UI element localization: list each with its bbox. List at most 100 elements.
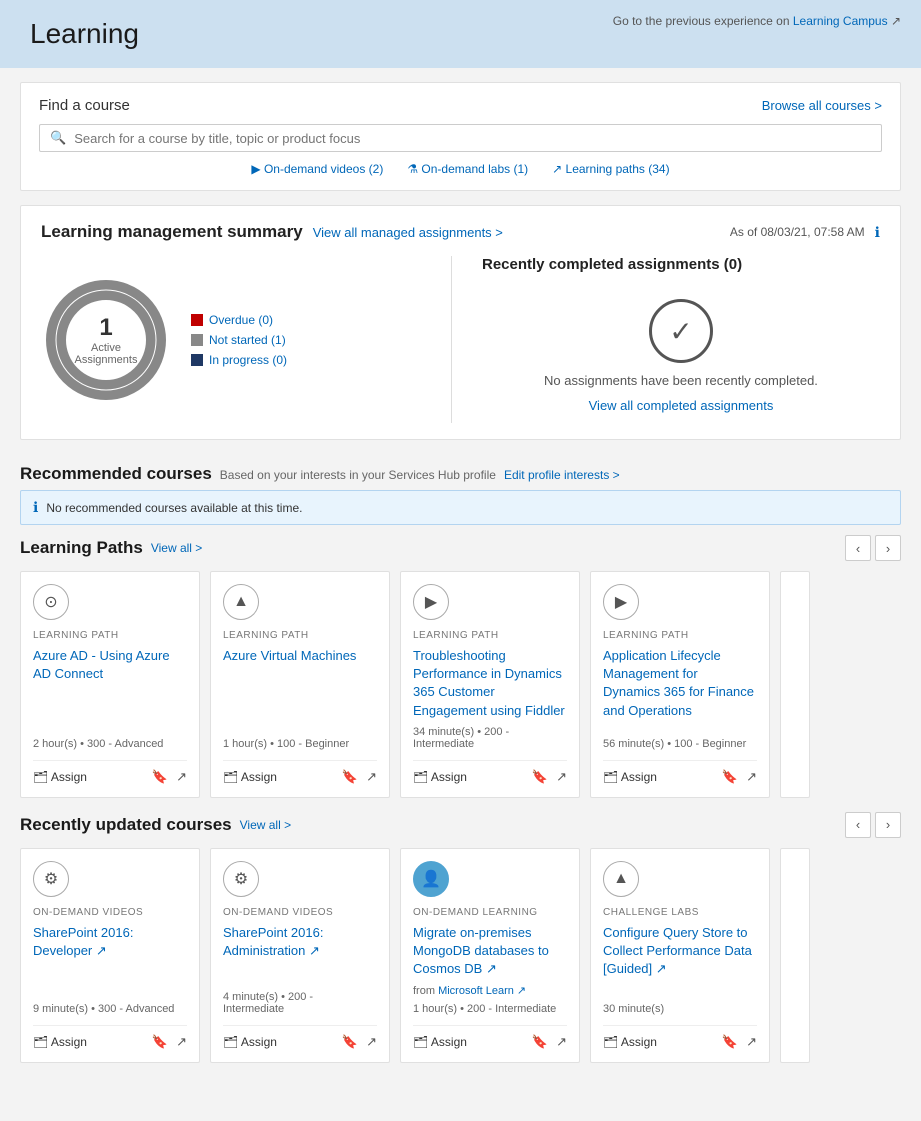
previous-experience-link: Go to the previous experience on Learnin… [613,14,901,28]
filter-on-demand-videos[interactable]: ▶ On-demand videos (2) [251,162,383,176]
search-section: Find a course Browse all courses > 🔍 ▶ O… [20,82,901,191]
ru-assign-1[interactable]: 🗂 Assign [223,1035,277,1049]
ru-bookmark-2[interactable]: 🔖 [532,1034,548,1050]
recently-updated-next[interactable]: › [875,812,901,838]
ru-title-0[interactable]: SharePoint 2016: Developer ↗ [33,924,187,998]
ru-card-1: ⚙ ON-DEMAND VIDEOS SharePoint 2016: Admi… [210,848,390,1064]
filter-learning-paths[interactable]: ↗ Learning paths (34) [552,162,669,176]
search-input-wrapper: 🔍 [39,124,882,152]
lp-card-1: ▲ LEARNING PATH Azure Virtual Machines 1… [210,571,390,798]
header-banner: Go to the previous experience on Learnin… [0,0,921,68]
lp-bookmark-3[interactable]: 🔖 [722,769,738,785]
lp-title-0[interactable]: Azure AD - Using Azure AD Connect [33,647,187,732]
lp-share-1[interactable]: ↗ [366,769,377,785]
learning-campus-link[interactable]: Learning Campus [793,14,888,28]
no-recommended-text: No recommended courses available at this… [46,501,302,515]
ru-share-1[interactable]: ↗ [366,1034,377,1050]
legend-color-overdue [191,314,203,326]
edit-profile-link[interactable]: Edit profile interests > [504,468,620,482]
lp-assign-1[interactable]: 🗂 Assign [223,770,277,784]
ru-assign-0[interactable]: 🗂 Assign [33,1035,87,1049]
lp-type-3: LEARNING PATH [603,630,757,641]
lp-bookmark-1[interactable]: 🔖 [342,769,358,785]
ru-type-3: CHALLENGE LABS [603,907,757,918]
lp-card-partial [780,571,810,798]
donut-legend: Overdue (0) Not started (1) In progress … [191,313,287,367]
lp-type-2: LEARNING PATH [413,630,567,641]
ru-bookmark-0[interactable]: 🔖 [152,1034,168,1050]
learning-paths-prev[interactable]: ‹ [845,535,871,561]
ru-card-0: ⚙ ON-DEMAND VIDEOS SharePoint 2016: Deve… [20,848,200,1064]
ru-share-3[interactable]: ↗ [746,1034,757,1050]
learning-paths-nav: ‹ › [845,535,901,561]
ru-card-partial [780,848,810,1064]
ru-icon-0: ⚙ [33,861,69,897]
lp-title-3[interactable]: Application Lifecycle Management for Dyn… [603,647,757,732]
lp-meta-3: 56 minute(s) • 100 - Beginner [603,738,757,750]
ru-meta-1: 4 minute(s) • 200 - Intermediate [223,991,377,1015]
learning-paths-next[interactable]: › [875,535,901,561]
legend-label-in-progress[interactable]: In progress (0) [209,353,287,367]
lp-icon-0: ⊙ [33,584,69,620]
lp-share-2[interactable]: ↗ [556,769,567,785]
lp-bookmark-0[interactable]: 🔖 [152,769,168,785]
lp-title-2[interactable]: Troubleshooting Performance in Dynamics … [413,647,567,720]
recently-updated-cards: ⚙ ON-DEMAND VIDEOS SharePoint 2016: Deve… [20,848,901,1064]
completed-title: Recently completed assignments (0) [482,256,880,273]
ru-type-0: ON-DEMAND VIDEOS [33,907,187,918]
legend-label-overdue: Overdue (0) [209,313,273,327]
find-course-label: Find a course [39,97,130,114]
lms-view-link[interactable]: View all managed assignments > [313,225,503,240]
legend-color-in-progress [191,354,203,366]
ru-assign-2[interactable]: 🗂 Assign [413,1035,467,1049]
recommended-subtitle: Based on your interests in your Services… [220,468,496,482]
donut-label: Active Assignments [74,342,139,366]
lp-assign-3[interactable]: 🗂 Assign [603,770,657,784]
ru-from-link-2[interactable]: Microsoft Learn ↗ [438,985,526,997]
filter-on-demand-labs[interactable]: ⚗ On-demand labs (1) [407,162,528,176]
lms-right: Recently completed assignments (0) ✓ No … [482,256,880,423]
learning-paths-section: Learning Paths View all > ‹ › ⊙ LEARNING… [20,535,901,798]
lp-share-0[interactable]: ↗ [176,769,187,785]
info-circle-icon: ℹ [33,499,38,516]
lp-footer-1: 🗂 Assign 🔖 ↗ [223,760,377,785]
ru-title-3[interactable]: Configure Query Store to Collect Perform… [603,924,757,998]
recently-updated-title: Recently updated courses [20,815,232,835]
ru-title-2[interactable]: Migrate on-premises MongoDB databases to… [413,924,567,979]
lp-bookmark-2[interactable]: 🔖 [532,769,548,785]
lp-card-2: ▶ LEARNING PATH Troubleshooting Performa… [400,571,580,798]
recently-updated-view-all[interactable]: View all > [240,818,291,832]
ru-share-0[interactable]: ↗ [176,1034,187,1050]
lp-meta-2: 34 minute(s) • 200 - Intermediate [413,726,567,750]
legend-not-started: Not started (1) [191,333,287,347]
ru-type-2: ON-DEMAND LEARNING [413,907,567,918]
recently-updated-prev[interactable]: ‹ [845,812,871,838]
learning-paths-cards: ⊙ LEARNING PATH Azure AD - Using Azure A… [20,571,901,798]
ru-meta-2: 1 hour(s) • 200 - Intermediate [413,1003,567,1015]
ru-title-1[interactable]: SharePoint 2016: Administration ↗ [223,924,377,986]
ru-footer-2: 🗂 Assign 🔖 ↗ [413,1025,567,1050]
ru-assign-3[interactable]: 🗂 Assign [603,1035,657,1049]
view-all-completed-link[interactable]: View all completed assignments [589,398,774,413]
donut-number: 1 [74,314,139,342]
ru-share-2[interactable]: ↗ [556,1034,567,1050]
donut-chart: 1 Active Assignments [41,275,171,405]
browse-all-link[interactable]: Browse all courses > [762,98,882,113]
lp-assign-0[interactable]: 🗂 Assign [33,770,87,784]
lp-icon-1: ▲ [223,584,259,620]
ru-bookmark-3[interactable]: 🔖 [722,1034,738,1050]
lp-title-1[interactable]: Azure Virtual Machines [223,647,377,732]
lp-icon-2: ▶ [413,584,449,620]
check-circle-icon: ✓ [649,299,713,363]
lp-card-0: ⊙ LEARNING PATH Azure AD - Using Azure A… [20,571,200,798]
ru-footer-1: 🗂 Assign 🔖 ↗ [223,1025,377,1050]
learning-paths-view-all[interactable]: View all > [151,541,202,555]
ru-bookmark-1[interactable]: 🔖 [342,1034,358,1050]
lp-share-3[interactable]: ↗ [746,769,757,785]
legend-label-not-started[interactable]: Not started (1) [209,333,286,347]
completed-empty-text: No assignments have been recently comple… [544,373,818,388]
lp-assign-2[interactable]: 🗂 Assign [413,770,467,784]
search-input[interactable] [74,131,871,146]
ru-card-2: 👤 ON-DEMAND LEARNING Migrate on-premises… [400,848,580,1064]
lp-footer-3: 🗂 Assign 🔖 ↗ [603,760,757,785]
